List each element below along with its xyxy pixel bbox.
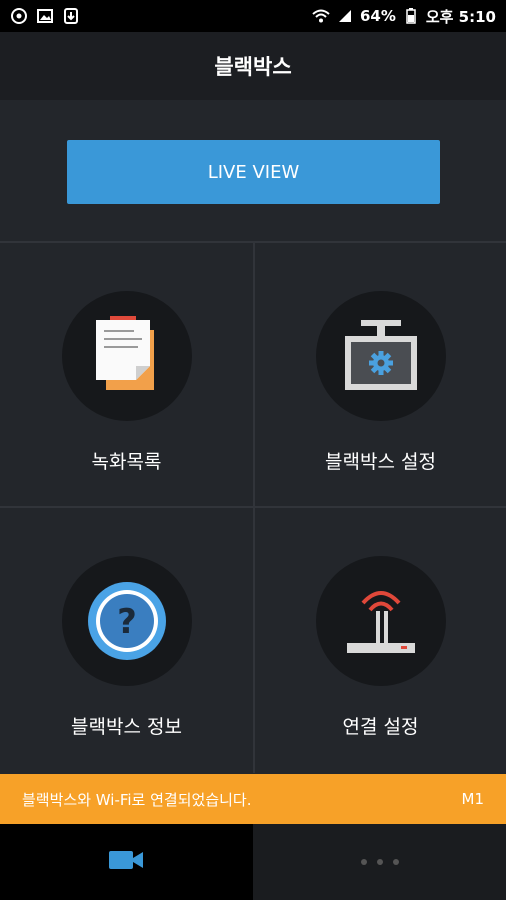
battery-icon bbox=[402, 8, 420, 24]
download-icon bbox=[62, 8, 80, 24]
notice-message: 블랙박스와 Wi-Fi로 연결되었습니다. bbox=[22, 790, 252, 809]
tab-more[interactable] bbox=[253, 824, 506, 900]
menu-label-blackbox-settings: 블랙박스 설정 bbox=[325, 451, 436, 473]
menu-label-connection-settings: 연결 설정 bbox=[342, 716, 419, 738]
more-icon bbox=[360, 859, 399, 865]
signal-icon bbox=[336, 8, 354, 24]
wifi-icon bbox=[312, 8, 330, 24]
menu-label-blackbox-info: 블랙박스 정보 bbox=[71, 716, 182, 738]
svg-text:?: ? bbox=[117, 602, 137, 642]
help-icon: ? bbox=[61, 556, 192, 686]
tab-video[interactable] bbox=[0, 824, 253, 900]
menu-tile-connection-settings[interactable]: 연결 설정 bbox=[253, 508, 506, 773]
battery-percent: 64% bbox=[359, 7, 396, 25]
app-icon bbox=[10, 8, 28, 24]
menu-grid: 녹화목록 블랙박스 설정 ? 블랙박스 정보 연결 설정 bbox=[0, 243, 506, 774]
status-bar: 64% 오후 5:10 bbox=[0, 0, 506, 32]
blackbox-settings-icon bbox=[315, 291, 446, 421]
menu-label-recording-list: 녹화목록 bbox=[91, 451, 162, 473]
bottom-nav bbox=[0, 824, 506, 900]
menu-tile-recording-list[interactable]: 녹화목록 bbox=[0, 243, 253, 508]
device-model: M1 bbox=[461, 790, 485, 808]
live-view-section: LIVE VIEW bbox=[0, 100, 506, 243]
video-camera-icon bbox=[108, 848, 145, 876]
recording-list-icon bbox=[61, 291, 192, 421]
router-icon bbox=[315, 556, 446, 686]
live-view-button[interactable]: LIVE VIEW bbox=[67, 140, 440, 204]
clock: 오후 5:10 bbox=[425, 7, 496, 26]
connection-notice-bar: 블랙박스와 Wi-Fi로 연결되었습니다. M1 bbox=[0, 774, 506, 824]
image-icon bbox=[36, 8, 54, 24]
menu-tile-blackbox-info[interactable]: ? 블랙박스 정보 bbox=[0, 508, 253, 773]
page-title: 블랙박스 bbox=[0, 32, 506, 100]
menu-tile-blackbox-settings[interactable]: 블랙박스 설정 bbox=[253, 243, 506, 508]
